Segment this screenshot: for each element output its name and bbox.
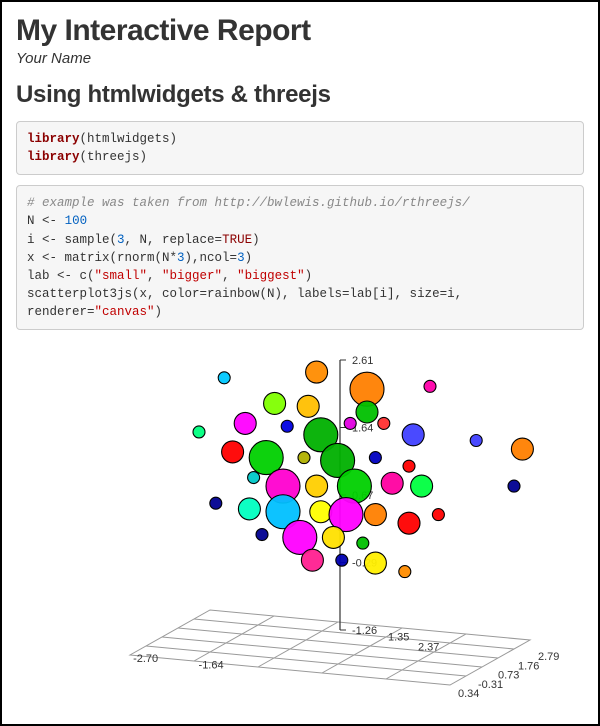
code-number: 3 [237, 251, 245, 265]
bubble [297, 395, 319, 417]
bubble [218, 372, 230, 384]
code-number: 3 [117, 233, 125, 247]
bubble [210, 497, 222, 509]
bubble [281, 420, 293, 432]
code-block-2: # example was taken from http://bwlewis.… [16, 185, 584, 330]
scatterplot3d[interactable]: 2.611.640.67-0.29-1.26-2.70-1.641.352.37… [20, 340, 580, 700]
xy-tick-label: 2.37 [418, 642, 439, 654]
bubble [403, 460, 415, 472]
code-text: <- [42, 214, 57, 228]
code-text: ) [245, 251, 253, 265]
bubble [356, 401, 378, 423]
code-string: "canvas" [95, 305, 155, 319]
bubble [298, 452, 310, 464]
bubble [369, 452, 381, 464]
code-string: "bigger" [162, 269, 222, 283]
bubble [336, 554, 348, 566]
code-string: "biggest" [237, 269, 305, 283]
z-tick-label: -1.26 [352, 625, 377, 637]
code-keyword: library [27, 132, 80, 146]
author: Your Name [16, 50, 584, 67]
section-heading: Using htmlwidgets & threejs [16, 81, 584, 109]
code-text: ) [305, 269, 313, 283]
code-text: ) [155, 305, 163, 319]
code-string: "small" [95, 269, 148, 283]
bubble [378, 418, 390, 430]
bubble [511, 438, 533, 460]
page-title: My Interactive Report [16, 14, 584, 48]
bubble [256, 529, 268, 541]
bubble [306, 475, 328, 497]
bubble [508, 480, 520, 492]
bubble [234, 413, 256, 435]
bubble [432, 509, 444, 521]
code-text: , N, replace= [125, 233, 223, 247]
bubble [398, 512, 420, 534]
bubble [424, 380, 436, 392]
xy-tick-label: 1.35 [388, 632, 409, 644]
code-keyword: library [27, 150, 80, 164]
bubble [310, 501, 332, 523]
bubble [322, 527, 344, 549]
x-tick-label: -2.70 [133, 653, 158, 665]
bubble [364, 552, 386, 574]
bubble [470, 435, 482, 447]
bubble [301, 549, 323, 571]
code-arg: htmlwidgets [87, 132, 170, 146]
x-tick-label: -1.64 [199, 659, 224, 671]
code-arg: threejs [87, 150, 140, 164]
code-number: 3 [177, 251, 185, 265]
bubble [264, 393, 286, 415]
y-tick-label: 0.73 [498, 670, 519, 682]
y-tick-label: 2.79 [538, 651, 559, 663]
code-text: N [27, 214, 35, 228]
bubble [306, 361, 328, 383]
code-number: 100 [65, 214, 88, 228]
code-text: lab <- c( [27, 269, 95, 283]
bubble [248, 472, 260, 484]
y-tick-label: 1.76 [518, 660, 539, 672]
bubble [399, 566, 411, 578]
code-block-1: library(htmlwidgets) library(threejs) [16, 121, 584, 175]
code-bool: TRUE [222, 233, 252, 247]
bubble [402, 424, 424, 446]
bubble [357, 537, 369, 549]
bubble [238, 498, 260, 520]
code-text: scatterplot3js(x, color=rainbow(N), labe… [27, 287, 470, 319]
code-text: ),ncol= [185, 251, 238, 265]
bubble [381, 472, 403, 494]
bubble [364, 504, 386, 526]
bubble [222, 441, 244, 463]
code-text: ) [252, 233, 260, 247]
code-text: i <- sample( [27, 233, 117, 247]
y-tick-label: 0.34 [458, 688, 479, 700]
code-text: x <- matrix(rnorm(N* [27, 251, 177, 265]
z-tick-label: 2.61 [352, 355, 373, 367]
bubble [193, 426, 205, 438]
bubble [411, 475, 433, 497]
code-comment: # example was taken from http://bwlewis.… [27, 196, 470, 210]
bubble [344, 418, 356, 430]
